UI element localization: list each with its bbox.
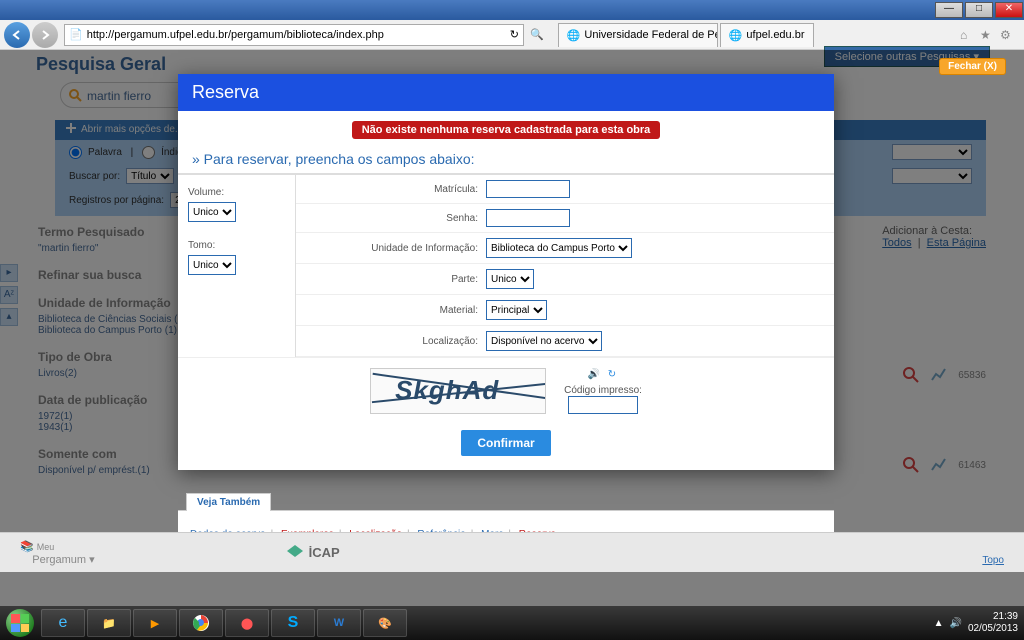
url-text: http://pergamum.ufpel.edu.br/pergamum/bi… <box>87 29 384 41</box>
window-close-button[interactable]: ✕ <box>995 2 1023 18</box>
address-bar[interactable]: 📄 http://pergamum.ufpel.edu.br/pergamum/… <box>64 24 524 46</box>
clock[interactable]: 21:3902/05/2013 <box>968 611 1018 635</box>
favorites-icon[interactable]: ★ <box>980 28 994 42</box>
tomo-label: Tomo: <box>188 240 285 251</box>
modal-subtitle: » Para reservar, preencha os campos abai… <box>178 145 834 174</box>
parte-label: Parte: <box>306 274 486 285</box>
search-icon[interactable]: 🔍 <box>530 28 544 41</box>
senha-input[interactable] <box>486 209 570 227</box>
parte-select[interactable]: Unico <box>486 269 534 289</box>
tray-flag-icon[interactable]: ▲ <box>934 618 944 629</box>
home-icon[interactable]: ⌂ <box>960 28 974 42</box>
taskbar-explorer[interactable]: 📁 <box>87 609 131 637</box>
material-label: Material: <box>306 305 486 316</box>
unidade-select[interactable]: Biblioteca do Campus Porto <box>486 238 632 258</box>
taskbar-skype[interactable]: S <box>271 609 315 637</box>
system-tray[interactable]: ▲ 🔊 21:3902/05/2013 <box>928 611 1024 635</box>
veja-tambem-tab[interactable]: Veja Também <box>186 493 271 511</box>
senha-label: Senha: <box>306 213 486 224</box>
tools-icon[interactable]: ⚙ <box>1000 28 1014 42</box>
topo-link[interactable]: Topo <box>982 555 1004 566</box>
back-button[interactable] <box>4 22 30 48</box>
maximize-button[interactable]: □ <box>965 2 993 18</box>
refresh-icon[interactable]: ↻ <box>510 28 519 41</box>
page-icon: 📄 <box>69 28 83 41</box>
taskbar-app[interactable]: ⬤ <box>225 609 269 637</box>
captcha-text: SkghAd <box>395 375 499 406</box>
unidade-label: Unidade de Informação: <box>306 243 486 254</box>
tab-ufpel-2[interactable]: 🌐 ufpel.edu.br <box>720 23 814 47</box>
localizacao-select[interactable]: Disponível no acervo <box>486 331 602 351</box>
taskbar-paint[interactable]: 🎨 <box>363 609 407 637</box>
page-footer: 📚 Meu Pergamum ▾ İCAP <box>0 532 1024 572</box>
fechar-button[interactable]: Fechar (X) <box>939 58 1006 75</box>
taskbar-ie[interactable]: e <box>41 609 85 637</box>
reserva-modal: Reserva Não existe nenhuma reserva cadas… <box>178 74 834 470</box>
pergamum-logo[interactable]: 📚 Meu Pergamum ▾ <box>20 540 95 566</box>
forward-button[interactable] <box>32 22 58 48</box>
localizacao-label: Localização: <box>306 336 486 347</box>
captcha-audio-icon[interactable]: 🔊 <box>587 369 601 383</box>
volume-label: Volume: <box>188 187 285 198</box>
tomo-select[interactable]: Unico <box>188 255 236 275</box>
tab-label: Universidade Federal de Pel... <box>584 29 717 41</box>
confirmar-button[interactable]: Confirmar <box>461 430 550 456</box>
material-select[interactable]: Principal <box>486 300 547 320</box>
taskbar-media[interactable]: ▶ <box>133 609 177 637</box>
minimize-button[interactable]: — <box>935 2 963 18</box>
tray-network-icon[interactable]: 🔊 <box>949 618 961 629</box>
volume-select[interactable]: Unico <box>188 202 236 222</box>
tab-label: ufpel.edu.br <box>746 29 804 41</box>
captcha-refresh-icon[interactable]: ↻ <box>605 369 619 383</box>
modal-title: Reserva <box>178 74 834 111</box>
taskbar-chrome[interactable] <box>179 609 223 637</box>
start-button[interactable] <box>0 606 40 640</box>
taskbar: e 📁 ▶ ⬤ S W 🎨 ▲ 🔊 21:3902/05/2013 <box>0 606 1024 640</box>
matricula-label: Matrícula: <box>306 184 486 195</box>
tab-ufpel-1[interactable]: 🌐 Universidade Federal de Pel... ✕ <box>558 23 718 47</box>
modal-alert: Não existe nenhuma reserva cadastrada pa… <box>352 121 661 139</box>
window-titlebar: — □ ✕ <box>0 0 1024 20</box>
codigo-input[interactable] <box>568 396 638 414</box>
captcha-image: SkghAd <box>370 368 546 414</box>
icap-logo[interactable]: İCAP <box>285 543 340 563</box>
matricula-input[interactable] <box>486 180 570 198</box>
codigo-label: Código impresso: <box>564 385 642 396</box>
taskbar-word[interactable]: W <box>317 609 361 637</box>
